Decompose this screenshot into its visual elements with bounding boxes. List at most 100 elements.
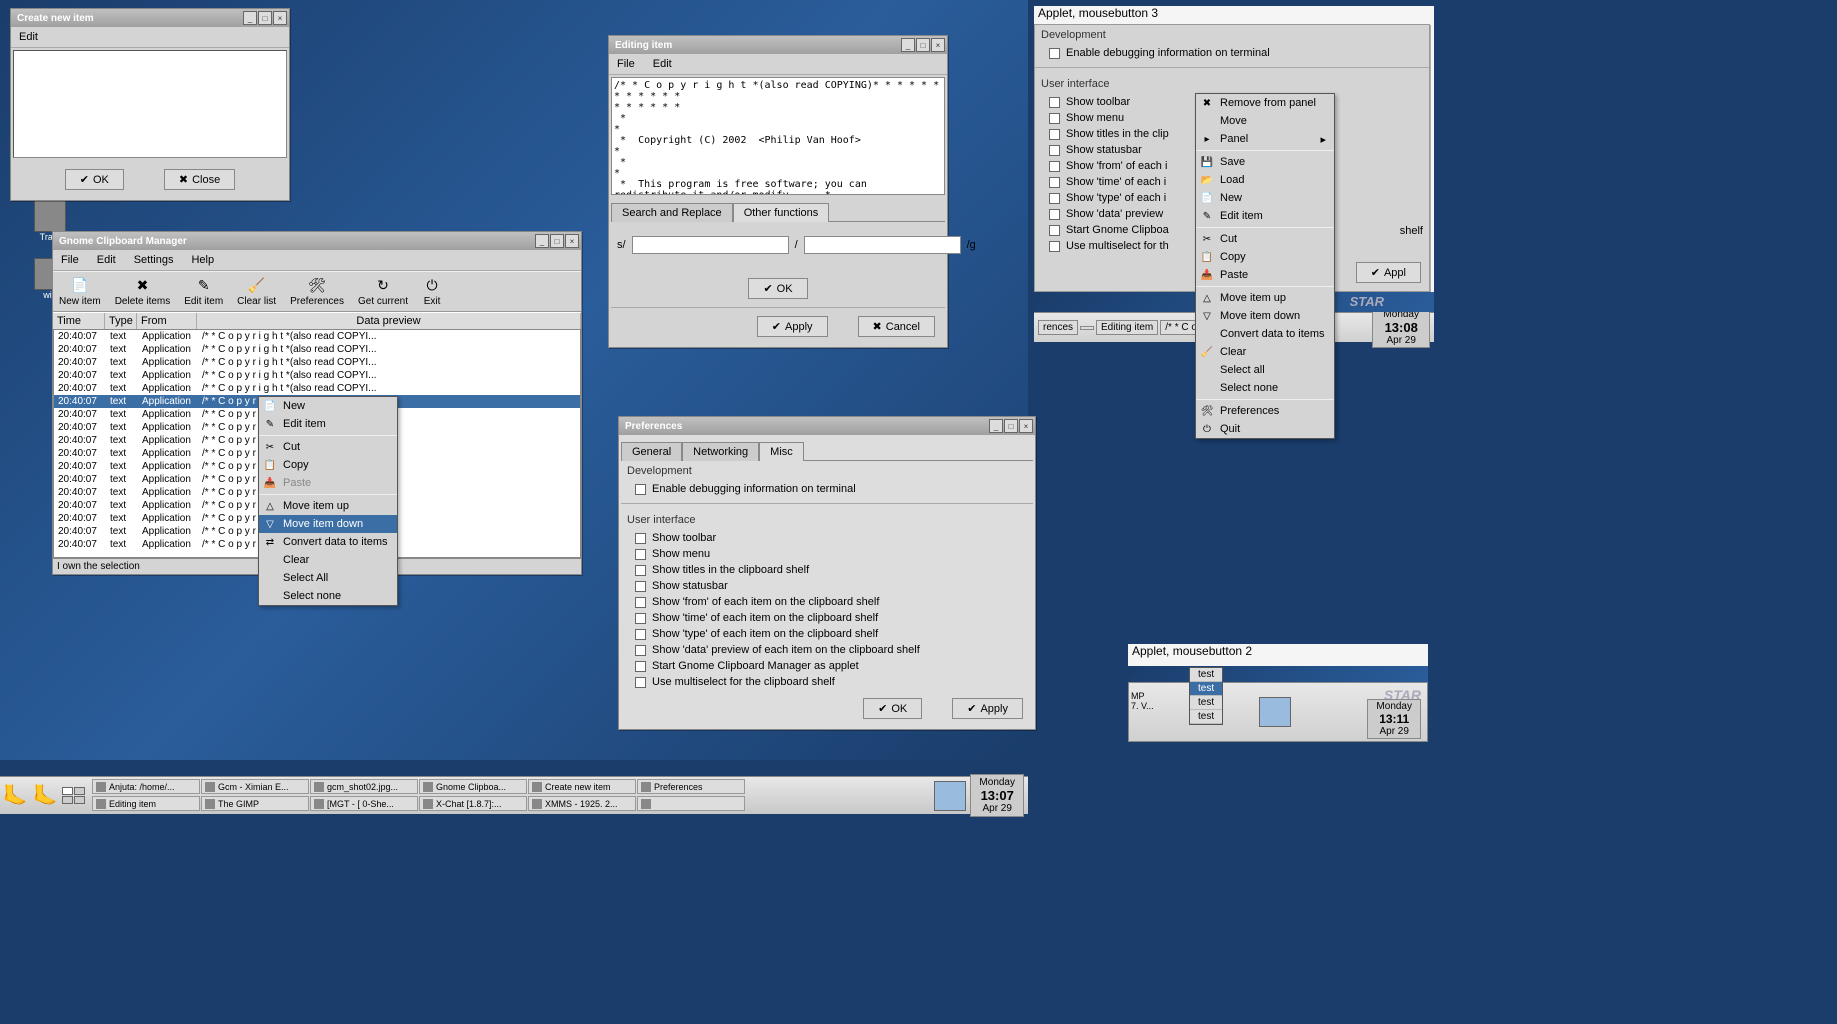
ctx-selall[interactable]: Select All	[259, 569, 397, 587]
ctx-edit[interactable]: ✎Edit item	[259, 415, 397, 433]
gnome-foot-icon[interactable]: 🦶	[0, 777, 30, 814]
ctx3-remove[interactable]: ✖Remove from panel	[1196, 94, 1334, 112]
tab-other-functions[interactable]: Other functions	[733, 203, 830, 222]
check-ui-6[interactable]: Show 'type' of each item on the clipboar…	[621, 626, 1033, 642]
popup-item[interactable]: test	[1190, 696, 1222, 710]
tab-misc[interactable]: Misc	[759, 442, 804, 461]
pager-cell[interactable]	[74, 787, 85, 795]
toolbar-edit-item[interactable]: ✎Edit item	[184, 276, 223, 307]
task-button[interactable]: X-Chat [1.8.7]:...	[419, 796, 527, 811]
popup-item[interactable]: test	[1190, 710, 1222, 724]
ctx3-move[interactable]: Move	[1196, 112, 1334, 130]
close-button[interactable]: ×	[931, 38, 945, 52]
ctx3-moveup[interactable]: △Move item up	[1196, 289, 1334, 307]
tab-networking[interactable]: Networking	[682, 442, 759, 461]
task-button[interactable]: XMMS - 1925. 2...	[528, 796, 636, 811]
table-row[interactable]: 20:40:07textApplication/* * C o p y r i …	[54, 382, 580, 395]
ctx-moveup[interactable]: △Move item up	[259, 497, 397, 515]
pager[interactable]	[934, 781, 966, 811]
toolbar-clear-list[interactable]: 🧹Clear list	[237, 276, 276, 307]
ctx3-quit[interactable]: ⏻Quit	[1196, 420, 1334, 438]
check-ui-5[interactable]: Show 'time' of each item on the clipboar…	[621, 610, 1033, 626]
shelf-item[interactable]: rences	[1038, 320, 1078, 335]
check-ui-9[interactable]: Use multiselect for the clipboard shelf	[621, 674, 1033, 690]
col-time[interactable]: Time	[53, 313, 105, 329]
pager[interactable]	[1259, 697, 1291, 727]
ctx3-panel[interactable]: ▸Panel▸	[1196, 130, 1334, 148]
menu-help[interactable]: Help	[187, 252, 218, 268]
ctx3-paste[interactable]: 📥Paste	[1196, 266, 1334, 284]
table-row[interactable]: 20:40:07textApplication/* * C o p y r i …	[54, 369, 580, 382]
ctx-paste[interactable]: 📥Paste	[259, 474, 397, 492]
maximize-button[interactable]: □	[1004, 419, 1018, 433]
menu-file[interactable]: File	[57, 252, 83, 268]
ctx-movedown[interactable]: ▽Move item down	[259, 515, 397, 533]
pager-cell[interactable]	[74, 796, 85, 804]
check-ui-8[interactable]: Start Gnome Clipboard Manager as applet	[621, 658, 1033, 674]
minimize-button[interactable]: _	[535, 234, 549, 248]
ctx3-new[interactable]: 📄New	[1196, 189, 1334, 207]
close-button[interactable]: ×	[1019, 419, 1033, 433]
pager-cell[interactable]	[62, 796, 73, 804]
table-row[interactable]: 20:40:07textApplication/* * C o p y r i …	[54, 356, 580, 369]
ctx-clear[interactable]: Clear	[259, 551, 397, 569]
task-button[interactable]: The GIMP	[201, 796, 309, 811]
toolbar-new-item[interactable]: 📄New item	[59, 276, 101, 307]
close-button[interactable]: ×	[565, 234, 579, 248]
check-enable-debug[interactable]: Enable debugging information on terminal	[1035, 45, 1429, 61]
ctx-copy[interactable]: 📋Copy	[259, 456, 397, 474]
titlebar[interactable]: Create new item _ □ ×	[11, 9, 289, 27]
check-ui-7[interactable]: Show 'data' preview of each item on the …	[621, 642, 1033, 658]
ctx3-edit[interactable]: ✎Edit item	[1196, 207, 1334, 225]
ctx3-save[interactable]: 💾Save	[1196, 153, 1334, 171]
titlebar[interactable]: Preferences _ □ ×	[619, 417, 1035, 435]
ctx3-selall[interactable]: Select all	[1196, 361, 1334, 379]
task-button[interactable]: gcm_shot02.jpg...	[310, 779, 418, 794]
table-row[interactable]: 20:40:07textApplication/* * C o p y r i …	[54, 343, 580, 356]
apply-button[interactable]: ✔Appl	[1356, 262, 1421, 283]
toolbar-preferences[interactable]: 🛠Preferences	[290, 276, 344, 307]
close-button[interactable]: ✖Close	[164, 169, 235, 190]
minimize-button[interactable]: _	[243, 11, 257, 25]
maximize-button[interactable]: □	[550, 234, 564, 248]
ctx-selnone[interactable]: Select none	[259, 587, 397, 605]
table-row[interactable]: 20:40:07textApplication/* * C o p y r i …	[54, 330, 580, 343]
cancel-button[interactable]: ✖Cancel	[858, 316, 935, 337]
menu-settings[interactable]: Settings	[130, 252, 178, 268]
search-input[interactable]	[632, 236, 789, 254]
menu-file[interactable]: File	[613, 56, 639, 72]
apply-button[interactable]: ✔Apply	[757, 316, 828, 337]
check-ui-0[interactable]: Show toolbar	[621, 530, 1033, 546]
titlebar[interactable]: Gnome Clipboard Manager _ □ ×	[53, 232, 581, 250]
popup-item[interactable]: test	[1190, 682, 1222, 696]
menu-edit[interactable]: Edit	[15, 29, 42, 45]
ctx3-movedown[interactable]: ▽Move item down	[1196, 307, 1334, 325]
ok-button[interactable]: ✔OK	[748, 278, 807, 299]
tab-general[interactable]: General	[621, 442, 682, 461]
check-ui-3[interactable]: Show statusbar	[621, 578, 1033, 594]
ctx3-selnone[interactable]: Select none	[1196, 379, 1334, 397]
minimize-button[interactable]: _	[901, 38, 915, 52]
col-preview[interactable]: Data preview	[197, 313, 581, 329]
task-button[interactable]	[637, 796, 745, 811]
maximize-button[interactable]: □	[258, 11, 272, 25]
minimize-button[interactable]: _	[989, 419, 1003, 433]
maximize-button[interactable]: □	[916, 38, 930, 52]
gnome-foot-icon[interactable]: 🦶	[30, 777, 60, 814]
ctx-convert[interactable]: ⇄Convert data to items	[259, 533, 397, 551]
shelf-item[interactable]: Editing item	[1096, 320, 1158, 335]
check-ui-1[interactable]: Show menu	[621, 546, 1033, 562]
ctx3-clear[interactable]: 🧹Clear	[1196, 343, 1334, 361]
check-enable-debug[interactable]: Enable debugging information on terminal	[621, 481, 1033, 497]
task-button[interactable]: [MGT - [ 0-She...	[310, 796, 418, 811]
ctx3-prefs[interactable]: 🛠Preferences	[1196, 402, 1334, 420]
ctx-cut[interactable]: ✂Cut	[259, 438, 397, 456]
ctx3-load[interactable]: 📂Load	[1196, 171, 1334, 189]
ok-button[interactable]: ✔OK	[863, 698, 922, 719]
ctx3-cut[interactable]: ✂Cut	[1196, 230, 1334, 248]
menu-edit[interactable]: Edit	[93, 252, 120, 268]
task-button[interactable]: Create new item	[528, 779, 636, 794]
apply-button[interactable]: ✔Apply	[952, 698, 1023, 719]
toolbar-exit[interactable]: ⏻Exit	[422, 276, 442, 307]
task-button[interactable]: Gcm - Ximian E...	[201, 779, 309, 794]
